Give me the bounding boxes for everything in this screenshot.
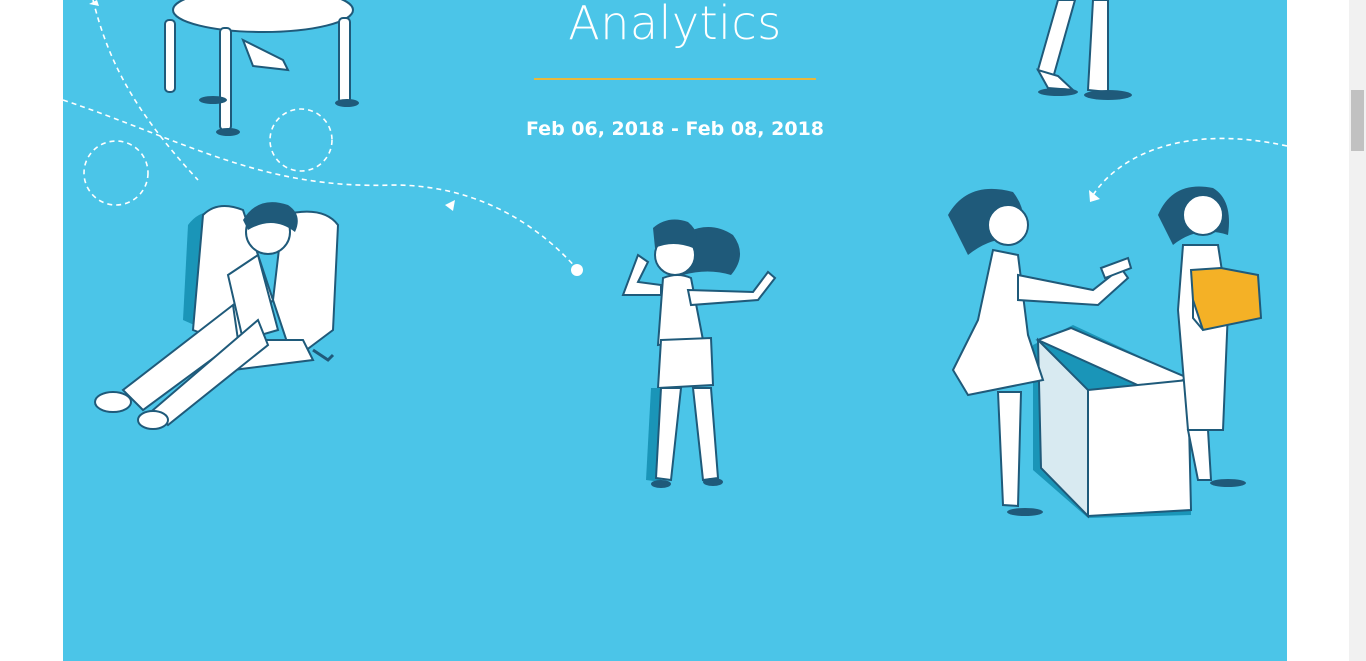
vertical-scrollbar[interactable] bbox=[1349, 0, 1366, 661]
path-dot-icon bbox=[571, 264, 583, 276]
office-illustration bbox=[63, 0, 1287, 519]
person-relaxing-in-chair-icon bbox=[94, 202, 340, 430]
two-women-at-desk-icon bbox=[948, 186, 1263, 519]
title-divider bbox=[534, 78, 816, 80]
woman-on-phone-icon bbox=[621, 219, 777, 488]
page: Analytics Feb 06, 2018 - Feb 08, 2018 bbox=[0, 0, 1366, 661]
page-title: Analytics bbox=[568, 0, 782, 50]
analytics-hero: Analytics Feb 06, 2018 - Feb 08, 2018 bbox=[63, 0, 1287, 661]
date-range-label: Feb 06, 2018 - Feb 08, 2018 bbox=[525, 118, 825, 140]
scrollbar-thumb[interactable] bbox=[1351, 90, 1364, 151]
arrow-head-icon bbox=[445, 200, 455, 211]
